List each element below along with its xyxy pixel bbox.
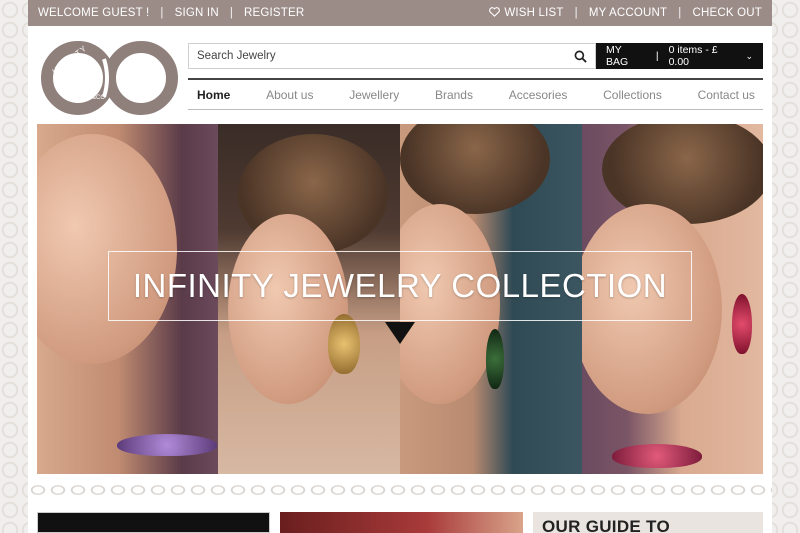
separator: | — [160, 7, 164, 19]
register-link[interactable]: REGISTER — [244, 7, 304, 19]
infinity-logo[interactable]: INFINITY &CO — [38, 39, 180, 117]
bag-summary: 0 items - £ 0.00 — [668, 44, 718, 68]
chevron-down-icon: ⌄ — [745, 50, 753, 61]
top-bar-right: WISH LIST | MY ACCOUNT | CHECK OUT — [489, 7, 762, 19]
hero-banner[interactable]: INFINITY JEWELRY COLLECTION — [37, 124, 763, 474]
separator: | — [678, 7, 682, 19]
heart-icon — [489, 7, 501, 17]
main-nav: Home About us Jewellery Brands Accesorie… — [188, 78, 763, 110]
separator: | — [574, 7, 578, 19]
top-bar: WELCOME GUEST ! | SIGN IN | REGISTER WIS… — [28, 0, 772, 26]
wishlist-label: WISH LIST — [504, 7, 564, 19]
nav-item-brands[interactable]: Brands — [435, 88, 473, 102]
top-bar-left: WELCOME GUEST ! | SIGN IN | REGISTER — [38, 7, 304, 19]
search-placeholder: Search Jewelry — [197, 50, 276, 62]
teaser-card-1[interactable] — [37, 512, 270, 533]
nav-item-home[interactable]: Home — [197, 88, 230, 102]
nav-item-collections[interactable]: Collections — [603, 88, 662, 102]
teaser-heading: OUR GUIDE TO — [542, 517, 670, 533]
my-bag-button[interactable]: MY BAG | 0 items - £ 0.00 ⌄ — [596, 43, 763, 69]
teaser-card-2[interactable] — [280, 512, 523, 533]
separator: | — [655, 50, 659, 62]
teaser-row: OUR GUIDE TO — [37, 512, 763, 533]
nav-item-about-us[interactable]: About us — [266, 88, 313, 102]
nav-item-accesories[interactable]: Accesories — [509, 88, 568, 102]
search-icon[interactable] — [574, 50, 587, 63]
down-arrow-icon[interactable] — [385, 322, 415, 344]
welcome-text: WELCOME GUEST ! — [38, 7, 150, 19]
separator: | — [229, 7, 234, 19]
page: WELCOME GUEST ! | SIGN IN | REGISTER WIS… — [28, 0, 772, 533]
my-account-link[interactable]: MY ACCOUNT — [589, 7, 667, 19]
logo-co: &CO — [92, 95, 105, 101]
search-input[interactable]: Search Jewelry — [188, 43, 596, 69]
nav-item-contact-us[interactable]: Contact us — [698, 88, 755, 102]
sign-in-link[interactable]: SIGN IN — [175, 7, 219, 19]
teaser-card-3[interactable]: OUR GUIDE TO — [533, 512, 763, 533]
header: INFINITY &CO Search Jewelry MY BAG | 0 i… — [28, 26, 772, 124]
nav-item-jewellery[interactable]: Jewellery — [349, 88, 399, 102]
wishlist-link[interactable]: WISH LIST — [489, 7, 563, 19]
bag-label: MY BAG — [606, 44, 629, 68]
checkout-link[interactable]: CHECK OUT — [692, 7, 762, 19]
hero-title: INFINITY JEWELRY COLLECTION — [108, 251, 692, 321]
chain-divider — [28, 480, 772, 500]
